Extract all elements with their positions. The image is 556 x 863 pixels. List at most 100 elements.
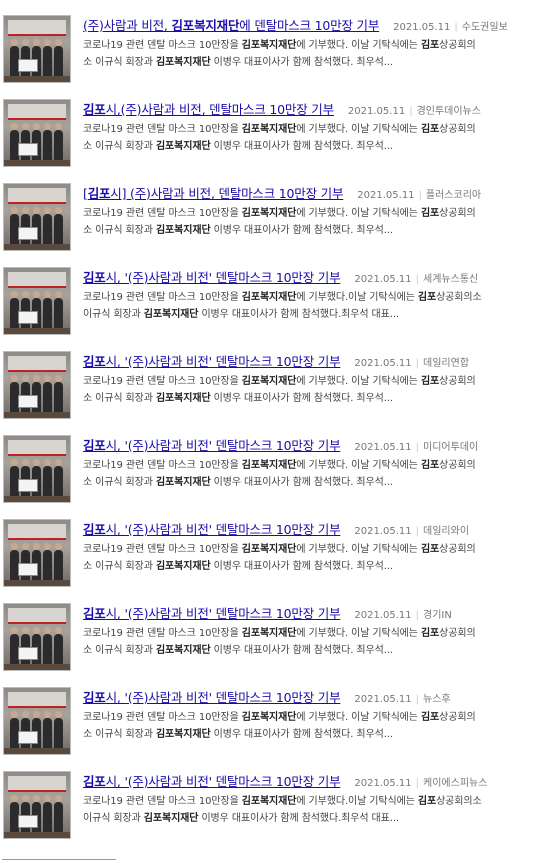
text-fragment: 시] (주)사람과 비전, 덴탈마스크 10만장 기부 (110, 186, 344, 201)
news-source[interactable]: 뉴스후 (423, 694, 451, 705)
publish-date: 2021.05.11 (354, 694, 412, 705)
title-row: 김포시, '(주)사람과 비전' 덴탈마스크 10만장 기부 2021.05.11… (83, 771, 553, 789)
news-result-item: 김포시, '(주)사람과 비전' 덴탈마스크 10만장 기부 2021.05.11… (0, 252, 556, 336)
text-fragment: 에 덴탈마스크 10만장 기부 (239, 18, 380, 33)
title-row: [김포시] (주)사람과 비전, 덴탈마스크 10만장 기부 2021.05.11… (83, 183, 553, 201)
highlight-term: 김포 (83, 438, 106, 453)
news-source[interactable]: 데일리연합 (423, 358, 469, 369)
text-fragment: 이병우 대표이사가 함께 참석했다. 최우석... (210, 729, 393, 740)
publish-date: 2021.05.11 (393, 22, 451, 33)
text-fragment: 시, '(주)사람과 비전' 덴탈마스크 10만장 기부 (105, 522, 341, 537)
snippet-line: 코로나19 관련 덴탈 마스크 10만장을 김포복지재단에 기부했다. 이날 기… (83, 457, 533, 474)
snippet-line: 코로나19 관련 덴탈 마스크 10만장을 김포복지재단에 기부했다.이날 기탁… (83, 289, 533, 306)
snippet-line: 코로나19 관련 덴탈 마스크 10만장을 김포복지재단에 기부했다. 이날 기… (83, 709, 533, 726)
highlight-term: 김포 (420, 460, 440, 471)
snippet-line: 코로나19 관련 덴탈 마스크 10만장을 김포복지재단에 기부했다.이날 기탁… (83, 793, 533, 810)
news-thumbnail[interactable] (3, 519, 71, 587)
text-fragment: 소 이규식 회장과 (83, 225, 156, 236)
text-fragment: 에 기부했다.이날 기탁식에는 (296, 796, 418, 807)
news-thumbnail[interactable] (3, 351, 71, 419)
highlight-term: 김포복지재단 (241, 124, 297, 135)
highlight-term: 김포복지재단 (155, 645, 211, 656)
news-result-item: (주)사람과 비전, 김포복지재단에 덴탈마스크 10만장 기부 2021.05.… (0, 0, 556, 84)
news-title-link[interactable]: 김포시,(주)사람과 비전, 덴탈마스크 10만장 기부 (83, 102, 334, 117)
text-fragment: 코로나19 관련 덴탈 마스크 10만장을 (83, 796, 242, 807)
news-thumbnail[interactable] (3, 771, 71, 839)
news-thumbnail[interactable] (3, 687, 71, 755)
news-source[interactable]: 데일리와이 (423, 526, 469, 537)
highlight-term: 김포복지재단 (155, 57, 211, 68)
news-thumbnail[interactable] (3, 15, 71, 83)
text-fragment: 코로나19 관련 덴탈 마스크 10만장을 (83, 292, 242, 303)
highlight-term: 김포 (420, 40, 440, 51)
news-thumbnail[interactable] (3, 99, 71, 167)
highlight-term: 김포복지재단 (155, 225, 211, 236)
text-fragment: 시,(주)사람과 비전, 덴탈마스크 10만장 기부 (105, 102, 335, 117)
text-fragment: 코로나19 관련 덴탈 마스크 10만장을 (83, 460, 242, 471)
news-source[interactable]: 미디어투데이 (423, 442, 478, 453)
highlight-term: 김포 (83, 270, 106, 285)
news-thumbnail[interactable] (3, 183, 71, 251)
news-result-item: 김포시, '(주)사람과 비전' 덴탈마스크 10만장 기부 2021.05.11… (0, 672, 556, 756)
text-fragment: 시, '(주)사람과 비전' 덴탈마스크 10만장 기부 (105, 354, 341, 369)
text-fragment: 에 기부했다. 이날 기탁식에는 (296, 208, 421, 219)
snippet-line: 소 이규식 회장과 김포복지재단 이병우 대표이사가 함께 참석했다. 최우석.… (83, 222, 533, 239)
highlight-term: 김포복지재단 (241, 40, 297, 51)
highlight-term: 김포 (420, 124, 440, 135)
news-title-link[interactable]: 김포시, '(주)사람과 비전' 덴탈마스크 10만장 기부 (83, 690, 341, 705)
news-title-link[interactable]: 김포시, '(주)사람과 비전' 덴탈마스크 10만장 기부 (83, 522, 341, 537)
snippet-line: 소 이규식 회장과 김포복지재단 이병우 대표이사가 함께 참석했다. 최우석.… (83, 138, 533, 155)
text-fragment: 소 이규식 회장과 (83, 477, 156, 488)
highlight-term: 김포복지재단 (155, 729, 211, 740)
news-title-link[interactable]: 김포시, '(주)사람과 비전' 덴탈마스크 10만장 기부 (83, 270, 341, 285)
news-source[interactable]: 케이에스피뉴스 (423, 778, 487, 789)
meta-separator: | (415, 526, 420, 537)
text-fragment: 코로나19 관련 덴탈 마스크 10만장을 (83, 376, 242, 387)
highlight-term: 김포복지재단 (241, 460, 297, 471)
publish-date: 2021.05.11 (347, 106, 406, 117)
text-fragment: 이병우 대표이사가 함께 참석했다. 최우석... (210, 645, 393, 656)
news-title-link[interactable]: [김포시] (주)사람과 비전, 덴탈마스크 10만장 기부 (83, 186, 343, 201)
highlight-term: 김포복지재단 (155, 141, 211, 152)
text-fragment: 이병우 대표이사가 함께 참석했다. 최우석... (210, 141, 393, 152)
news-source[interactable]: 수도권일보 (462, 22, 508, 33)
snippet-line: 소 이규식 회장과 김포복지재단 이병우 대표이사가 함께 참석했다. 최우석.… (83, 474, 533, 491)
text-fragment: 에 기부했다. 이날 기탁식에는 (296, 376, 421, 387)
text-fragment: 에 기부했다.이날 기탁식에는 (296, 292, 418, 303)
snippet-line: 코로나19 관련 덴탈 마스크 10만장을 김포복지재단에 기부했다. 이날 기… (83, 373, 533, 390)
text-fragment: 시, '(주)사람과 비전' 덴탈마스크 10만장 기부 (105, 774, 341, 789)
news-thumbnail[interactable] (3, 435, 71, 503)
highlight-term: 김포복지재단 (143, 309, 199, 320)
news-source[interactable]: 플러스코리아 (426, 190, 481, 201)
snippet-line: 이규식 회장과 김포복지재단 이병우 대표이사가 함께 참석했다.최우석 대표.… (83, 306, 533, 323)
news-snippet: 코로나19 관련 덴탈 마스크 10만장을 김포복지재단에 기부했다.이날 기탁… (83, 793, 533, 827)
news-title-link[interactable]: 김포시, '(주)사람과 비전' 덴탈마스크 10만장 기부 (83, 774, 341, 789)
news-snippet: 코로나19 관련 덴탈 마스크 10만장을 김포복지재단에 기부했다. 이날 기… (83, 121, 533, 155)
meta-separator: | (415, 694, 420, 705)
meta-separator: | (415, 358, 420, 369)
highlight-term: 김포 (83, 102, 106, 117)
news-source[interactable]: 경인투데이뉴스 (417, 106, 481, 117)
news-source[interactable]: 세계뉴스통신 (423, 274, 478, 285)
text-fragment: 코로나19 관련 덴탈 마스크 10만장을 (83, 712, 242, 723)
bottom-divider (2, 859, 116, 860)
highlight-term: 김포복지재단 (155, 393, 211, 404)
snippet-line: 소 이규식 회장과 김포복지재단 이병우 대표이사가 함께 참석했다. 최우석.… (83, 390, 533, 407)
news-thumbnail[interactable] (3, 267, 71, 335)
snippet-line: 코로나19 관련 덴탈 마스크 10만장을 김포복지재단에 기부했다. 이날 기… (83, 625, 533, 642)
news-title-link[interactable]: 김포시, '(주)사람과 비전' 덴탈마스크 10만장 기부 (83, 354, 341, 369)
title-row: (주)사람과 비전, 김포복지재단에 덴탈마스크 10만장 기부 2021.05.… (83, 15, 553, 33)
text-fragment: 에 기부했다. 이날 기탁식에는 (296, 544, 421, 555)
news-title-link[interactable]: 김포시, '(주)사람과 비전' 덴탈마스크 10만장 기부 (83, 438, 341, 453)
text-fragment: 코로나19 관련 덴탈 마스크 10만장을 (83, 208, 242, 219)
highlight-term: 김포 (420, 628, 440, 639)
news-snippet: 코로나19 관련 덴탈 마스크 10만장을 김포복지재단에 기부했다. 이날 기… (83, 625, 533, 659)
news-snippet: 코로나19 관련 덴탈 마스크 10만장을 김포복지재단 에 기부했다. 이날 기… (83, 205, 533, 239)
news-result-item: 김포시, '(주)사람과 비전' 덴탈마스크 10만장 기부 2021.05.11… (0, 756, 556, 840)
text-fragment: 이병우 대표이사가 함께 참석했다. 최우석... (210, 393, 393, 404)
news-source[interactable]: 경기IN (423, 610, 452, 621)
news-title-link[interactable]: 김포시, '(주)사람과 비전' 덴탈마스크 10만장 기부 (83, 606, 341, 621)
news-thumbnail[interactable] (3, 603, 71, 671)
text-fragment: 이병우 대표이사가 함께 참석했다.최우석 대표... (198, 813, 399, 824)
news-title-link[interactable]: (주)사람과 비전, 김포복지재단에 덴탈마스크 10만장 기부 (83, 18, 379, 33)
